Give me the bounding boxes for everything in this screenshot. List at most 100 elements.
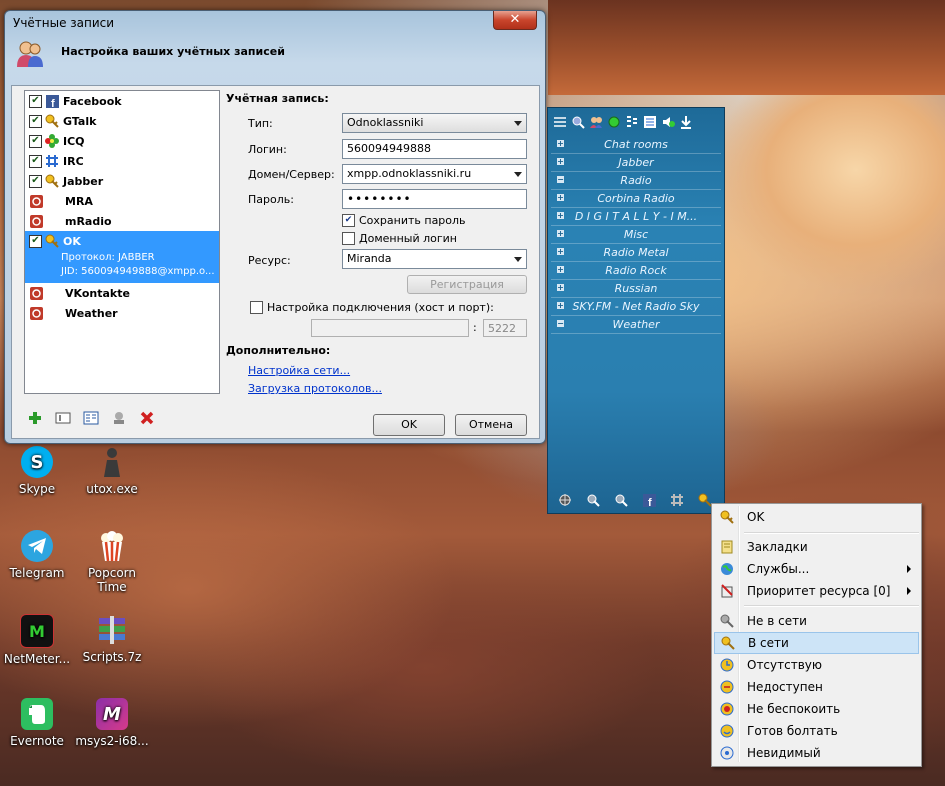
group-row[interactable]: + SKY.FM - Net Radio Sky <box>551 298 721 316</box>
resource-label: Ресурс: <box>248 254 291 267</box>
groups-icon[interactable] <box>624 114 640 130</box>
offline-icon <box>717 613 737 629</box>
desktop-icon-netmeter[interactable]: M NetMeter... <box>0 614 77 666</box>
account-item-mra[interactable]: MRA <box>25 191 219 211</box>
account-options-button[interactable] <box>82 410 100 428</box>
checkbox-empty-icon <box>342 232 355 245</box>
close-button[interactable]: ✕ <box>493 11 537 30</box>
domain-select[interactable]: xmpp.odnoklassniki.ru <box>342 164 527 184</box>
account-checkbox[interactable]: ✔ <box>29 154 42 168</box>
group-row[interactable]: − Radio <box>551 172 721 190</box>
key-status-icon[interactable] <box>612 492 630 508</box>
login-input[interactable]: 560094949888 <box>342 139 527 159</box>
account-item-irc[interactable]: ✔ IRC <box>25 151 219 171</box>
account-item-jabber[interactable]: ✔ Jabber <box>25 171 219 191</box>
window-title: Учётные записи <box>13 16 115 30</box>
expand-icon: + <box>557 247 564 256</box>
menu-item-status-invisible[interactable]: Невидимый <box>714 742 919 764</box>
account-checkbox[interactable]: ✔ <box>29 174 42 188</box>
menu-item-status-chat[interactable]: Готов болтать <box>714 720 919 742</box>
password-input[interactable]: •••••••• <box>342 189 527 209</box>
group-row[interactable]: + Radio Rock <box>551 262 721 280</box>
menu-item-status-away[interactable]: Отсутствую <box>714 654 919 676</box>
group-row[interactable]: + Corbina Radio <box>551 190 721 208</box>
menu-item-status-online[interactable]: В сети <box>714 632 919 654</box>
type-select[interactable]: Odnoklassniki <box>342 113 527 133</box>
network-settings-link[interactable]: Настройка сети... <box>248 364 350 377</box>
menu-item-resource-priority[interactable]: Приоритет ресурса [0] <box>714 580 919 602</box>
key-status-icon[interactable] <box>584 492 602 508</box>
disabled-icon <box>29 194 43 208</box>
desktop-icon-evernote[interactable]: Evernote <box>0 698 77 748</box>
checkbox-checked-icon: ✔ <box>342 214 355 227</box>
archive-icon <box>96 614 128 646</box>
menu-item-status-offline[interactable]: Не в сети <box>714 610 919 632</box>
add-account-button[interactable] <box>26 410 44 428</box>
accounts-list[interactable]: ✔ f Facebook ✔ GTalk ✔ ICQ ✔ IRC ✔ Jabbe… <box>24 90 220 394</box>
account-item-facebook[interactable]: ✔ f Facebook <box>25 91 219 111</box>
netmeter-icon: M <box>20 614 54 648</box>
ok-button[interactable]: OK <box>373 414 445 436</box>
download-icon[interactable] <box>678 114 694 130</box>
account-checkbox[interactable]: ✔ <box>29 94 42 108</box>
menu-item-status-dnd[interactable]: Не беспокоить <box>714 698 919 720</box>
account-item-vkontakte[interactable]: VKontakte <box>25 283 219 303</box>
group-row[interactable]: − Weather <box>551 316 721 334</box>
menu-item-services[interactable]: Службы... <box>714 558 919 580</box>
menu-separator <box>744 605 919 607</box>
group-row[interactable]: + Russian <box>551 280 721 298</box>
accounts-icon[interactable] <box>588 114 604 130</box>
global-status-icon[interactable] <box>556 492 574 508</box>
menu-item-bookmarks[interactable]: Закладки <box>714 536 919 558</box>
account-item-weather[interactable]: Weather <box>25 303 219 323</box>
account-checkbox[interactable]: ✔ <box>29 114 42 128</box>
options-icon[interactable] <box>642 114 658 130</box>
menu-icon[interactable] <box>552 114 568 130</box>
desktop-icon-utox[interactable]: utox.exe <box>72 446 152 496</box>
account-connect-button[interactable] <box>110 410 128 428</box>
connection-host-input[interactable] <box>311 319 469 337</box>
account-item-icq[interactable]: ✔ ICQ <box>25 131 219 151</box>
account-jid: JID: 560094949888@xmpp.o... <box>61 266 215 277</box>
header-title: Настройка ваших учётных записей <box>61 45 285 58</box>
facebook-status-icon[interactable]: f <box>640 492 658 508</box>
domain-label: Домен/Сервер: <box>248 168 335 181</box>
account-checkbox[interactable]: ✔ <box>29 134 42 148</box>
load-protocols-link[interactable]: Загрузка протоколов... <box>248 382 382 395</box>
group-row[interactable]: + Jabber <box>551 154 721 172</box>
desktop-icon-telegram[interactable]: Telegram <box>0 530 77 580</box>
rename-account-button[interactable] <box>54 410 72 428</box>
account-item-ok[interactable]: ✔ OK Протокол: JABBER JID: 560094949888@… <box>25 231 219 283</box>
sound-icon[interactable] <box>660 114 676 130</box>
group-row[interactable]: + Chat rooms <box>551 136 721 154</box>
menu-item-account[interactable]: OK <box>714 506 919 528</box>
connection-port-input[interactable]: 5222 <box>483 319 527 337</box>
account-item-mradio[interactable]: mRadio <box>25 211 219 231</box>
connection-settings-checkbox[interactable]: Настройка подключения (хост и порт): <box>250 301 494 314</box>
register-button[interactable]: Регистрация <box>407 275 527 294</box>
desktop-icon-msys2[interactable]: M msys2-i68... <box>72 698 152 748</box>
account-checkbox[interactable]: ✔ <box>29 234 42 248</box>
save-password-checkbox[interactable]: ✔ Сохранить пароль <box>342 214 466 227</box>
wallpaper-glow <box>722 95 945 345</box>
skype-icon: S <box>21 446 53 478</box>
account-item-gtalk[interactable]: ✔ GTalk <box>25 111 219 131</box>
domain-login-checkbox[interactable]: Доменный логин <box>342 232 457 245</box>
collapse-icon: − <box>557 319 564 328</box>
desktop-icon-popcorn-time[interactable]: Popcorn Time <box>72 530 152 594</box>
delete-account-button[interactable] <box>138 410 156 428</box>
group-row[interactable]: + D I G I T A L L Y - I M... <box>551 208 721 226</box>
cancel-button[interactable]: Отмена <box>455 414 527 436</box>
svg-text:f: f <box>648 497 652 507</box>
desktop-icon-skype[interactable]: S Skype <box>0 446 77 496</box>
group-row[interactable]: + Misc <box>551 226 721 244</box>
desktop-icon-scripts-archive[interactable]: Scripts.7z <box>72 614 152 664</box>
irc-status-icon[interactable] <box>668 492 686 508</box>
group-row[interactable]: + Radio Metal <box>551 244 721 262</box>
menu-item-status-na[interactable]: Недоступен <box>714 676 919 698</box>
resource-select[interactable]: Miranda <box>342 249 527 269</box>
facebook-icon: f <box>45 94 59 108</box>
accounts-window: Учётные записи ✕ Настройка ваших учётных… <box>4 10 546 444</box>
status-icon[interactable] <box>606 114 622 130</box>
find-user-icon[interactable] <box>570 114 586 130</box>
